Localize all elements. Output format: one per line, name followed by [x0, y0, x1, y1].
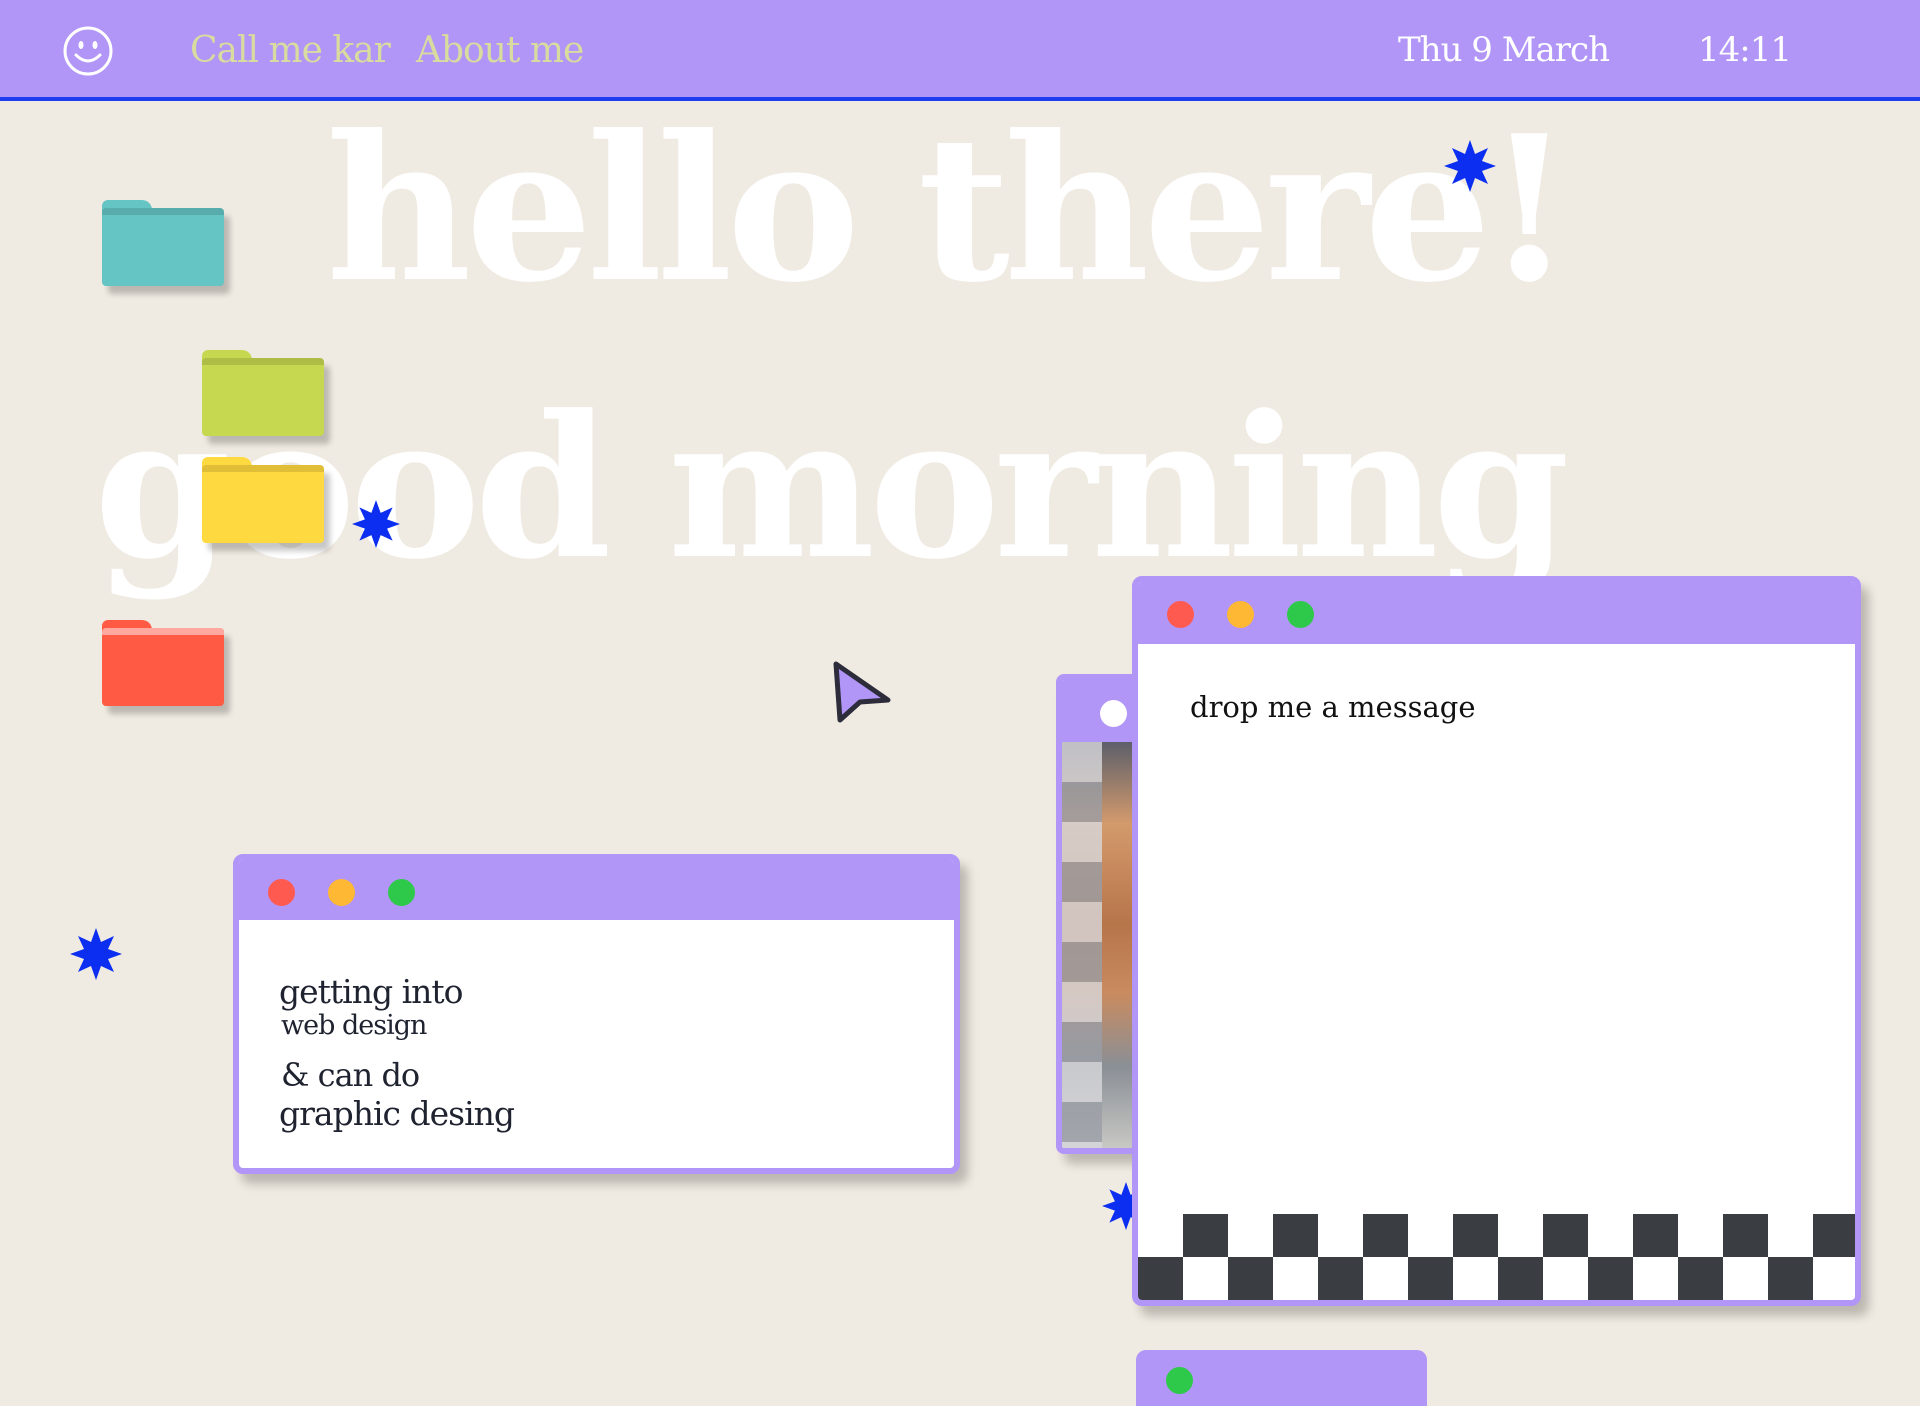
cursor-arrow-icon — [833, 661, 891, 723]
folder-icon[interactable] — [102, 200, 224, 286]
window-dot[interactable] — [1100, 700, 1127, 727]
about-text-line: & can do — [281, 1056, 420, 1094]
folder-icon[interactable] — [102, 620, 224, 706]
about-text-line: web design — [281, 1010, 427, 1041]
top-bar: Call me kar About me Thu 9 March 14:11 — [0, 0, 1920, 101]
window-titlebar[interactable] — [1138, 582, 1855, 644]
about-window[interactable]: getting into web design & can do graphic… — [233, 854, 960, 1174]
close-button[interactable] — [1167, 601, 1194, 628]
checkerboard-pattern — [1138, 1214, 1855, 1300]
close-button[interactable] — [268, 879, 295, 906]
folder-icon[interactable] — [202, 457, 324, 543]
maximize-button[interactable] — [1166, 1367, 1193, 1394]
maximize-button[interactable] — [1287, 601, 1314, 628]
about-text-line: graphic desing — [279, 1094, 515, 1133]
smiley-icon[interactable] — [62, 25, 114, 77]
sparkle-icon — [1444, 140, 1496, 192]
hero-greeting: hello there! — [326, 92, 1573, 327]
message-prompt[interactable]: drop me a message — [1190, 690, 1476, 724]
nav-call-me-kar[interactable]: Call me kar — [190, 30, 391, 71]
clock-display: 14:11 — [1698, 30, 1792, 70]
sparkle-icon — [70, 928, 122, 980]
message-window[interactable]: drop me a message — [1132, 576, 1861, 1306]
bottom-window[interactable] — [1136, 1350, 1427, 1406]
minimize-button[interactable] — [1227, 601, 1254, 628]
about-text-line: getting into — [279, 972, 464, 1011]
date-display: Thu 9 March — [1398, 30, 1610, 70]
nav-about-me[interactable]: About me — [416, 30, 584, 71]
maximize-button[interactable] — [388, 879, 415, 906]
sparkle-icon — [352, 500, 400, 548]
folder-icon[interactable] — [202, 350, 324, 436]
minimize-button[interactable] — [328, 879, 355, 906]
window-titlebar[interactable] — [239, 860, 954, 920]
